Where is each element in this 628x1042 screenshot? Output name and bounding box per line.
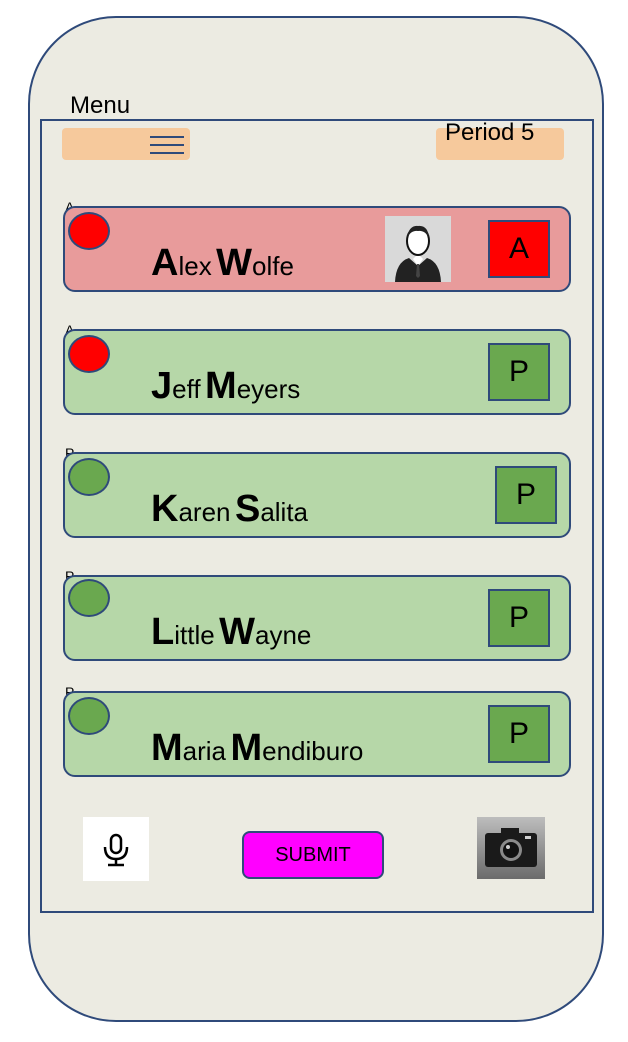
camera-button[interactable]: [477, 817, 545, 879]
status-box[interactable]: P: [495, 466, 557, 524]
status-box[interactable]: P: [488, 343, 550, 401]
period-label: Period 5: [445, 119, 535, 146]
menu-label: Menu: [70, 92, 131, 119]
student-row-jeff-meyers[interactable]: Jeff Meyers P: [63, 329, 571, 415]
camera-icon: [485, 828, 537, 867]
hamburger-icon: [150, 136, 184, 154]
attendance-marker[interactable]: [68, 335, 110, 373]
attendance-marker[interactable]: [68, 212, 110, 250]
microphone-button[interactable]: [83, 817, 149, 881]
menu-button[interactable]: [62, 128, 190, 160]
microphone-icon: [103, 833, 129, 867]
attendance-marker[interactable]: [68, 579, 110, 617]
student-name: Little Wayne: [151, 611, 312, 653]
student-name: Alex Wolfe: [151, 242, 294, 284]
student-name: Maria Mendiburo: [151, 727, 364, 769]
submit-button[interactable]: SUBMIT: [242, 831, 384, 879]
period-badge: Period 5: [436, 119, 564, 160]
student-row-maria-mendiburo[interactable]: Maria Mendiburo P: [63, 691, 571, 777]
student-photo-avatar[interactable]: [385, 216, 451, 282]
attendance-marker[interactable]: [68, 697, 110, 735]
student-name: Jeff Meyers: [151, 365, 301, 407]
status-box[interactable]: A: [488, 220, 550, 278]
status-box[interactable]: P: [488, 705, 550, 763]
student-row-little-wayne[interactable]: Little Wayne P: [63, 575, 571, 661]
student-row-alex-wolfe[interactable]: Alex Wolfe A: [63, 206, 571, 292]
attendance-marker[interactable]: [68, 458, 110, 496]
status-box[interactable]: P: [488, 589, 550, 647]
student-name: Karen Salita: [151, 488, 309, 530]
student-row-karen-salita[interactable]: Karen Salita P: [63, 452, 571, 538]
